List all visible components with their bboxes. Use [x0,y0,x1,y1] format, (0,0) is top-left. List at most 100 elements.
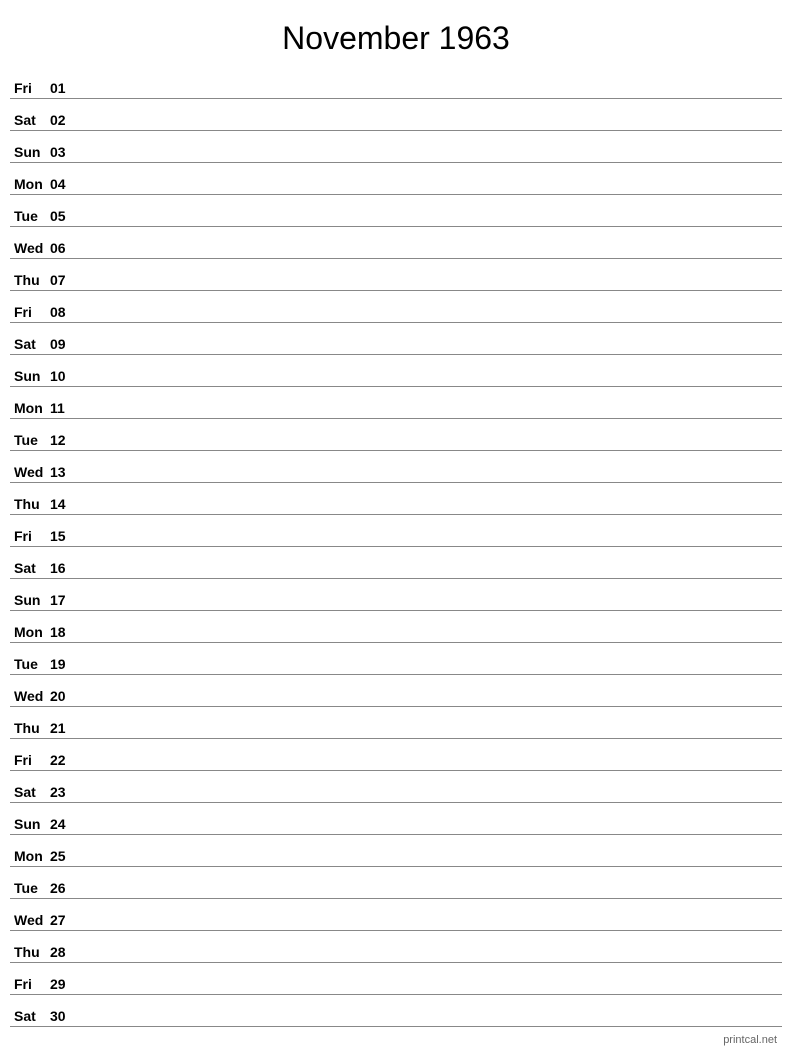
day-number: 17 [50,592,80,608]
day-line [80,415,782,416]
day-name: Thu [10,720,50,736]
day-row: Sat16 [10,547,782,579]
day-number: 10 [50,368,80,384]
day-name: Fri [10,976,50,992]
day-line [80,991,782,992]
day-line [80,575,782,576]
day-row: Sun17 [10,579,782,611]
day-row: Wed06 [10,227,782,259]
day-row: Tue19 [10,643,782,675]
day-number: 05 [50,208,80,224]
day-line [80,319,782,320]
day-number: 08 [50,304,80,320]
day-number: 25 [50,848,80,864]
day-row: Sun10 [10,355,782,387]
day-number: 30 [50,1008,80,1024]
day-line [80,639,782,640]
day-row: Wed13 [10,451,782,483]
day-number: 27 [50,912,80,928]
day-row: Wed20 [10,675,782,707]
day-name: Thu [10,944,50,960]
day-line [80,607,782,608]
day-line [80,767,782,768]
day-row: Sun24 [10,803,782,835]
day-row: Sat02 [10,99,782,131]
day-number: 22 [50,752,80,768]
day-row: Sat23 [10,771,782,803]
day-name: Mon [10,400,50,416]
day-number: 18 [50,624,80,640]
page-title: November 1963 [0,0,792,67]
day-row: Sat30 [10,995,782,1027]
day-row: Sun03 [10,131,782,163]
day-line [80,543,782,544]
day-row: Fri22 [10,739,782,771]
day-number: 19 [50,656,80,672]
day-name: Wed [10,240,50,256]
day-row: Thu07 [10,259,782,291]
day-name: Wed [10,912,50,928]
day-number: 23 [50,784,80,800]
day-number: 04 [50,176,80,192]
day-name: Sat [10,560,50,576]
day-row: Tue05 [10,195,782,227]
day-line [80,383,782,384]
day-number: 09 [50,336,80,352]
day-line [80,351,782,352]
day-row: Mon25 [10,835,782,867]
day-line [80,959,782,960]
day-name: Tue [10,208,50,224]
day-name: Sat [10,1008,50,1024]
day-number: 24 [50,816,80,832]
day-row: Mon04 [10,163,782,195]
day-row: Mon18 [10,611,782,643]
day-line [80,895,782,896]
day-line [80,671,782,672]
day-name: Wed [10,464,50,480]
day-line [80,127,782,128]
day-line [80,479,782,480]
day-number: 15 [50,528,80,544]
day-name: Tue [10,432,50,448]
day-row: Mon11 [10,387,782,419]
day-name: Fri [10,304,50,320]
day-number: 12 [50,432,80,448]
day-name: Fri [10,528,50,544]
day-line [80,159,782,160]
day-line [80,735,782,736]
day-line [80,703,782,704]
day-number: 14 [50,496,80,512]
day-line [80,511,782,512]
day-row: Fri15 [10,515,782,547]
day-number: 21 [50,720,80,736]
day-line [80,191,782,192]
day-name: Wed [10,688,50,704]
day-name: Sat [10,112,50,128]
day-name: Mon [10,176,50,192]
day-row: Fri01 [10,67,782,99]
day-number: 01 [50,80,80,96]
day-number: 13 [50,464,80,480]
day-name: Fri [10,752,50,768]
day-name: Sun [10,144,50,160]
day-line [80,863,782,864]
day-number: 20 [50,688,80,704]
day-line [80,1023,782,1024]
day-line [80,927,782,928]
day-row: Tue26 [10,867,782,899]
day-row: Fri08 [10,291,782,323]
day-name: Sat [10,336,50,352]
day-number: 03 [50,144,80,160]
day-name: Mon [10,624,50,640]
day-line [80,447,782,448]
day-line [80,799,782,800]
day-line [80,287,782,288]
day-name: Sun [10,816,50,832]
day-number: 28 [50,944,80,960]
day-name: Fri [10,80,50,96]
day-name: Tue [10,880,50,896]
calendar-grid: Fri01Sat02Sun03Mon04Tue05Wed06Thu07Fri08… [0,67,792,1027]
day-number: 06 [50,240,80,256]
day-name: Tue [10,656,50,672]
day-row: Thu14 [10,483,782,515]
